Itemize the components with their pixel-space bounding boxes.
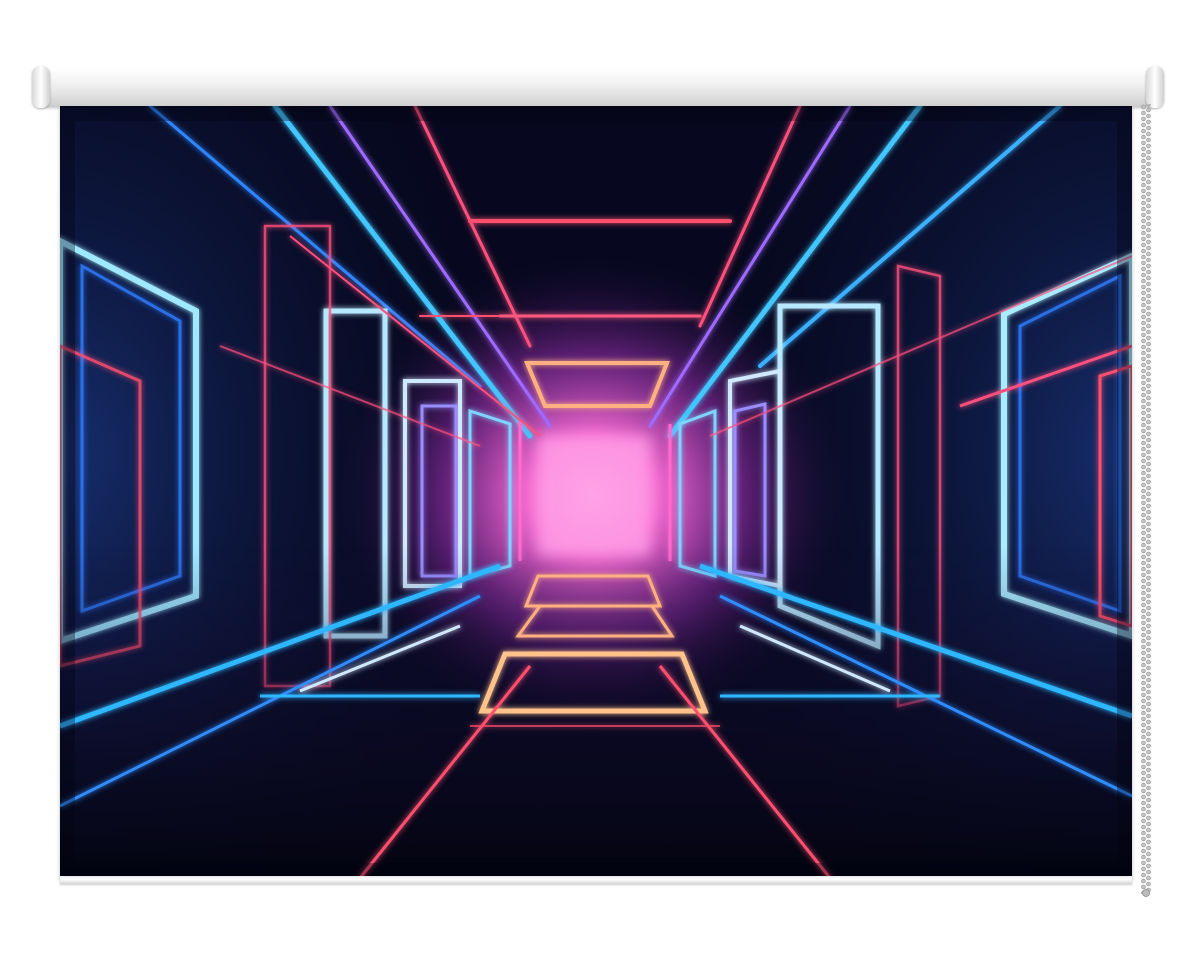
left-bracket	[32, 66, 50, 108]
right-bracket	[1146, 66, 1164, 108]
bead-chain[interactable]	[1141, 104, 1151, 898]
blind-fabric-print	[60, 106, 1132, 878]
roller-tube	[36, 68, 1160, 106]
neon-corridor-artwork	[60, 106, 1132, 878]
bottom-rail	[60, 876, 1132, 884]
product-image	[0, 0, 1200, 973]
